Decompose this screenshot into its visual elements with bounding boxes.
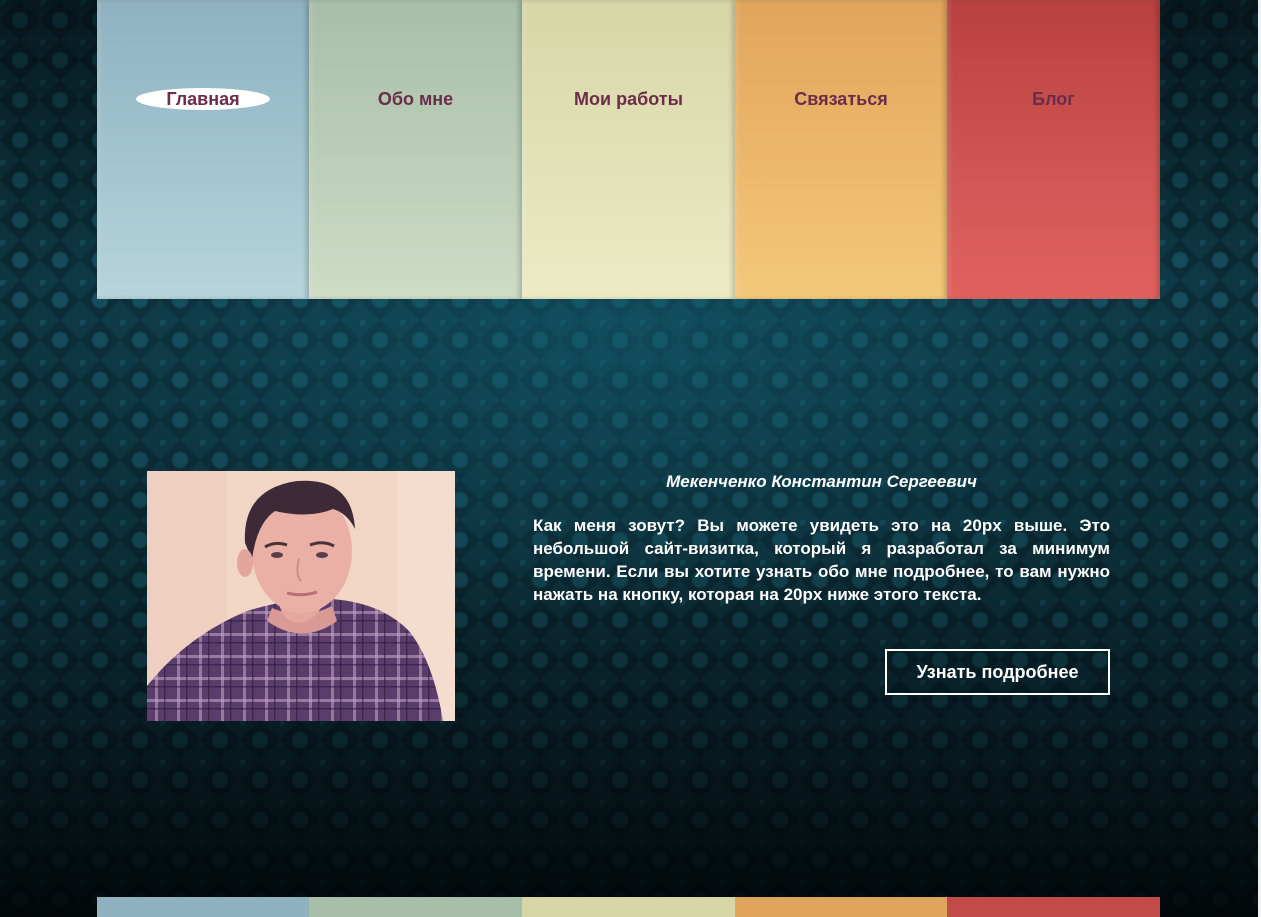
footer-segment	[522, 897, 735, 917]
nav-item-blog[interactable]: Блог	[947, 0, 1160, 299]
nav-item-label: Связаться	[794, 89, 888, 109]
nav-item-label: Обо мне	[377, 89, 454, 109]
nav-item-label: Блог	[1032, 89, 1075, 109]
main-navigation: Главная Обо мне Мои работы Связаться Бло…	[97, 0, 1160, 299]
nav-item-works[interactable]: Мои работы	[522, 0, 735, 299]
profile-description: Как меня зовут? Вы можете увидеть это на…	[533, 516, 1110, 604]
learn-more-button[interactable]: Узнать подробнее	[885, 649, 1110, 695]
nav-item-home[interactable]: Главная	[97, 0, 309, 299]
nav-item-label: Главная	[136, 88, 270, 110]
nav-item-contact[interactable]: Связаться	[735, 0, 947, 299]
footer-segment	[309, 897, 522, 917]
footer-segment	[947, 897, 1160, 917]
footer-color-strip	[97, 897, 1160, 917]
footer-segment	[97, 897, 309, 917]
footer-segment	[735, 897, 947, 917]
nav-item-label: Мои работы	[574, 89, 683, 109]
profile-photo	[147, 471, 455, 721]
profile-name: Мекенченко Константин Сергеевич	[666, 472, 977, 491]
portrait-icon	[147, 471, 455, 721]
nav-item-about[interactable]: Обо мне	[309, 0, 522, 299]
